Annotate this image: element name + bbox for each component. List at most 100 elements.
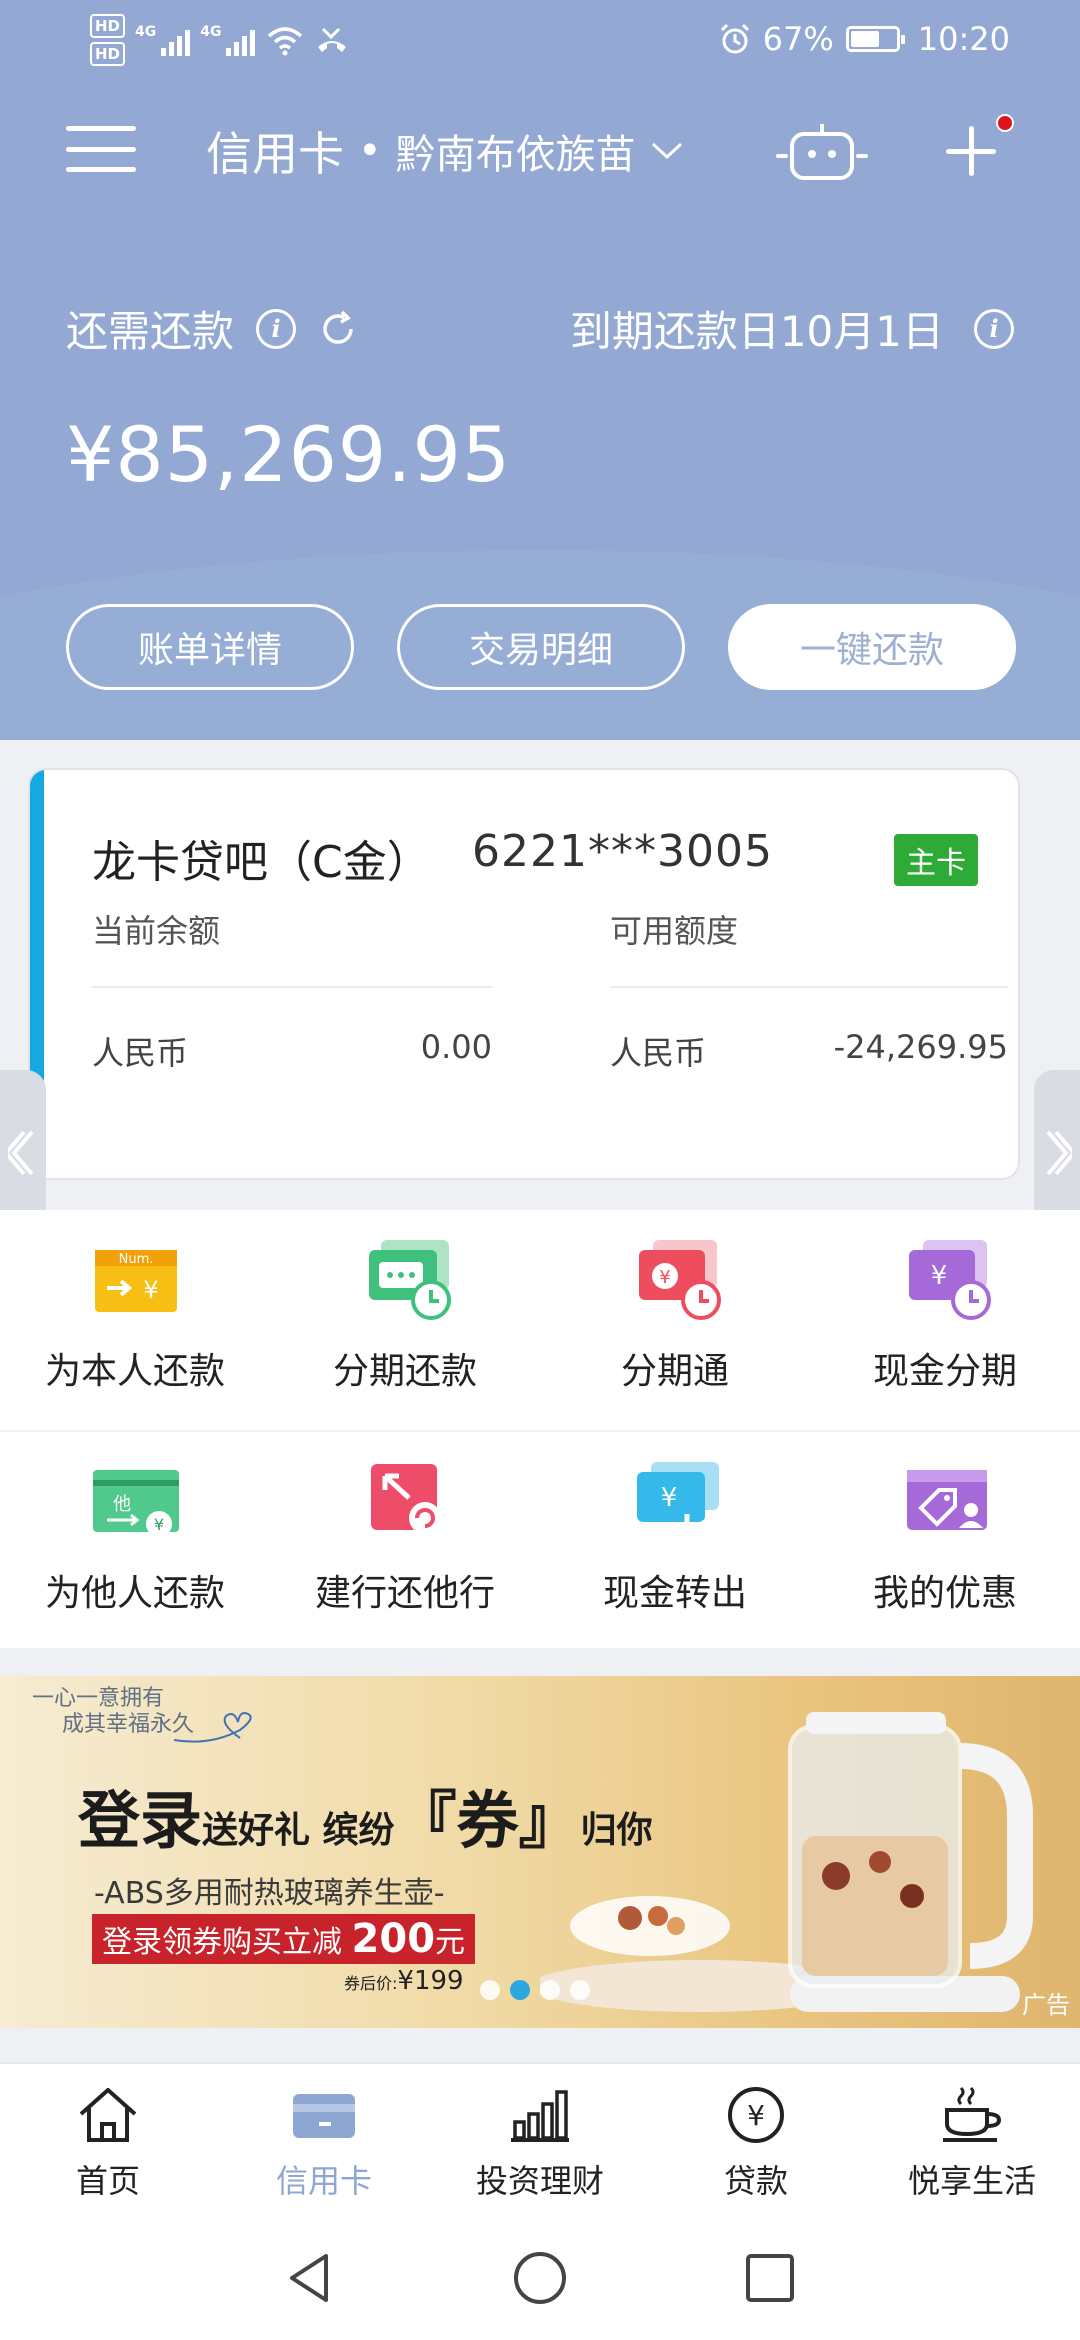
price-value: ¥199 xyxy=(397,1966,464,1996)
ad-tag: 广告 xyxy=(1022,1991,1070,2019)
service-label: 分期还款 xyxy=(332,1351,477,1392)
others-repay-item[interactable]: 他 ¥ 为他人还款 xyxy=(0,1432,270,1650)
tab-investment[interactable]: 投资理财 xyxy=(432,2064,648,2218)
tab-credit-card[interactable]: 信用卡 xyxy=(216,2064,432,2218)
current-balance-label: 当前余额 xyxy=(92,912,221,950)
nav-bar: 信用卡 • 黔南布依族苗 xyxy=(0,100,1080,200)
action-buttons: 账单详情 交易明细 一键还款 xyxy=(66,604,1016,690)
signal-icon-2: 4G xyxy=(200,24,256,56)
pay-now-button[interactable]: 一键还款 xyxy=(728,604,1016,690)
clock: 10:20 xyxy=(917,20,1010,58)
svg-text:他: 他 xyxy=(113,1494,131,1515)
chevron-right-icon xyxy=(1046,1130,1072,1176)
bottom-tab-bar: 首页 信用卡 投资理财 ¥ 贷款 悦享生活 xyxy=(0,2062,1080,2216)
nav-region: 黔南布依族苗 xyxy=(395,132,636,178)
hd-badge-2: HD xyxy=(90,42,126,66)
service-label: 为他人还款 xyxy=(44,1573,225,1614)
due-label-row: 还需还款 i xyxy=(66,298,358,359)
tab-label: 投资理财 xyxy=(475,2162,604,2200)
due-date-row: 到期还款日10月1日 i xyxy=(570,298,1014,359)
offer-prefix: 登录领券购买立减 xyxy=(102,1925,342,1960)
svg-text:¥: ¥ xyxy=(154,1515,164,1534)
carousel-dot[interactable] xyxy=(570,1980,590,2000)
service-label: 我的优惠 xyxy=(872,1573,1017,1614)
repay-amount: ¥85,269.95 xyxy=(66,410,512,499)
tab-label: 首页 xyxy=(75,2162,140,2200)
hd-badge-1: HD xyxy=(90,14,126,38)
available-credit-value: -24,269.95 xyxy=(833,1028,1008,1066)
others-repay-icon: 他 ¥ xyxy=(93,1470,179,1537)
tab-home[interactable]: 首页 xyxy=(0,2064,216,2218)
headline-gift: 送好礼 缤纷 xyxy=(202,1809,395,1851)
tab-label: 信用卡 xyxy=(275,2162,372,2200)
divider xyxy=(610,986,1008,988)
carousel-dot-active[interactable] xyxy=(510,1980,530,2000)
carousel-dot[interactable] xyxy=(540,1980,560,2000)
divider xyxy=(92,986,492,988)
cash-installment-item[interactable]: ¥ 现金分期 xyxy=(810,1210,1080,1428)
chevron-down-icon xyxy=(651,142,682,160)
tab-loan[interactable]: ¥ 贷款 xyxy=(648,2064,864,2218)
card-name: 龙卡贷吧（C金） xyxy=(92,837,431,888)
title-separator: • xyxy=(358,128,382,174)
recent-apps-icon[interactable] xyxy=(740,2248,800,2308)
banner-product: -ABS多用耐热玻璃养生壶- xyxy=(94,1876,445,1911)
currency-label: 人民币 xyxy=(610,1034,707,1072)
add-plus-icon[interactable] xyxy=(946,126,996,176)
repay-other-bank-icon xyxy=(371,1464,441,1534)
current-balance-column: 当前余额 人民币 0.00 xyxy=(92,906,492,1074)
tab-lifestyle[interactable]: 悦享生活 xyxy=(864,2064,1080,2218)
system-navigation-bar xyxy=(0,2216,1080,2340)
svg-text:¥: ¥ xyxy=(659,1267,670,1288)
self-repay-item[interactable]: Num. ¥ 为本人还款 xyxy=(0,1210,270,1428)
header: HD HD 4G 4G 67% 10:20 信用卡 • 黔南布依族苗 还需还款 … xyxy=(0,0,1080,740)
status-right: 67% 10:20 xyxy=(719,20,1010,58)
price-label: 券后价: xyxy=(344,1974,398,1993)
card-number: 6221***3005 xyxy=(472,826,773,877)
nav-title: 信用卡 xyxy=(206,127,344,181)
service-label: 建行还他行 xyxy=(314,1573,495,1614)
home-circle-icon[interactable] xyxy=(510,2248,570,2308)
my-offers-item[interactable]: 我的优惠 xyxy=(810,1432,1080,1650)
repay-other-bank-item[interactable]: 建行还他行 xyxy=(270,1432,540,1650)
installment-repay-item[interactable]: 分期还款 xyxy=(270,1210,540,1428)
my-offers-icon xyxy=(907,1470,987,1530)
cash-transfer-item[interactable]: ¥ 现金转出 xyxy=(540,1432,810,1650)
coffee-cup-icon xyxy=(943,2086,1002,2142)
robot-assistant-icon[interactable] xyxy=(776,122,868,182)
credit-card-icon xyxy=(293,2094,355,2138)
loan-yen-icon: ¥ xyxy=(728,2087,784,2143)
carousel-dots xyxy=(480,1980,590,2000)
status-left: HD HD 4G 4G xyxy=(90,14,349,66)
svg-text:¥: ¥ xyxy=(143,1276,158,1304)
credit-card-panel[interactable]: 龙卡贷吧（C金） 6221***3005 主卡 当前余额 人民币 0.00 可用… xyxy=(28,768,1020,1180)
banner-offer: 登录领券购买立减 200元 xyxy=(92,1914,476,1964)
svg-text:¥: ¥ xyxy=(747,2099,765,2132)
carousel-dot[interactable] xyxy=(480,1980,500,2000)
menu-icon[interactable] xyxy=(66,126,136,172)
installment-pass-item[interactable]: ¥ 分期通 xyxy=(540,1210,810,1428)
self-repay-icon: Num. ¥ xyxy=(95,1250,177,1312)
svg-text:¥: ¥ xyxy=(931,1261,948,1291)
service-row-1: Num. ¥ 为本人还款 分期还款 ¥ 分期通 ¥ 现金分期 xyxy=(0,1210,1080,1428)
cash-transfer-icon: ¥ xyxy=(637,1462,719,1540)
network-type-2: 4G xyxy=(200,24,222,40)
region-selector[interactable]: 信用卡 • 黔南布依族苗 xyxy=(206,118,684,184)
currency-label: 人民币 xyxy=(92,1034,189,1072)
due-date-info-icon[interactable]: i xyxy=(974,308,1014,349)
installment-pass-icon: ¥ xyxy=(639,1240,721,1320)
refresh-icon[interactable] xyxy=(318,309,358,349)
tab-label: 悦享生活 xyxy=(907,2162,1036,2200)
promo-banner[interactable]: 一心一意拥有 成其幸福永久 登录送好礼 缤纷『券』归你 -ABS多用耐热玻璃养生… xyxy=(0,1676,1080,2028)
available-credit-column: 可用额度 人民币 -24,269.95 xyxy=(610,906,1008,1074)
bill-detail-button[interactable]: 账单详情 xyxy=(66,604,354,690)
kettle-image xyxy=(540,1712,1033,2012)
info-icon[interactable]: i xyxy=(256,308,297,349)
heart-swirl-decoration xyxy=(173,1712,252,1743)
due-date: 到期还款日10月1日 xyxy=(569,307,944,356)
back-icon[interactable] xyxy=(280,2248,340,2308)
headline-login: 登录 xyxy=(78,1784,203,1857)
wifi-icon xyxy=(268,27,303,56)
transactions-button[interactable]: 交易明细 xyxy=(397,604,685,690)
chevron-left-icon xyxy=(8,1130,34,1176)
